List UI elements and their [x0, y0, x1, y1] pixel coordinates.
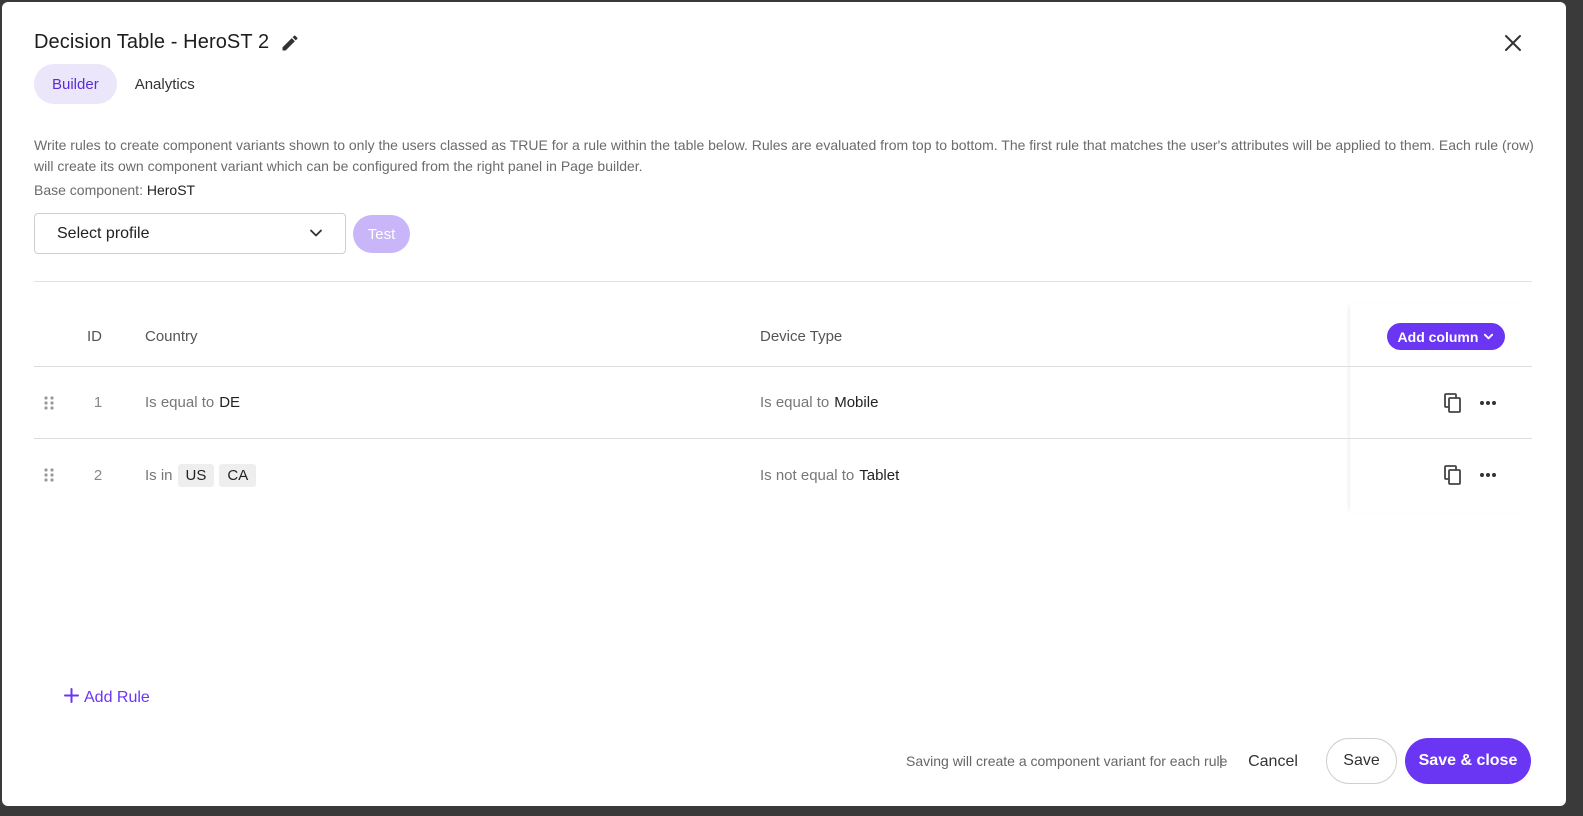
footer-note: Saving will create a component variant f… — [906, 753, 1228, 769]
test-button[interactable]: Test — [353, 215, 410, 253]
copy-icon[interactable] — [1444, 367, 1462, 438]
drag-handle-icon[interactable] — [43, 439, 55, 511]
device-type-cell[interactable]: Is equal to Mobile — [760, 367, 878, 438]
table-row[interactable]: 2 Is in US CA Is not equal to Tablet — [34, 439, 1532, 511]
table-header: ID Country Device Type Add column — [34, 304, 1532, 367]
plus-icon — [64, 688, 79, 708]
chevron-down-icon — [309, 226, 323, 245]
footer-separator: | — [1219, 752, 1223, 768]
column-header-country: Country — [145, 328, 198, 345]
description-text: Write rules to create component variants… — [34, 137, 1534, 174]
add-rule-label: Add Rule — [84, 689, 150, 706]
device-value: Mobile — [834, 394, 879, 411]
dialog-header: Decision Table - HeroST 2 — [34, 31, 301, 54]
add-column-button[interactable]: Add column — [1387, 323, 1505, 350]
table-row[interactable]: 1 Is equal to DE Is equal to Mobile — [34, 367, 1532, 439]
row-id: 2 — [93, 466, 103, 484]
country-operator: Is in — [145, 466, 173, 484]
cancel-button[interactable]: Cancel — [1236, 740, 1310, 784]
tab-bar: Builder Analytics — [34, 64, 213, 104]
save-button[interactable]: Save — [1326, 738, 1397, 784]
copy-icon[interactable] — [1444, 439, 1462, 511]
chevron-down-icon — [1483, 329, 1494, 345]
divider — [34, 281, 1532, 282]
country-operator: Is equal to — [145, 394, 215, 411]
base-component-label: Base component: — [34, 182, 143, 198]
add-column-label: Add column — [1397, 328, 1479, 345]
base-component: Base component: HeroST — [34, 182, 195, 198]
profile-select[interactable]: Select profile — [34, 213, 346, 254]
tab-analytics[interactable]: Analytics — [117, 64, 213, 104]
decision-table: ID Country Device Type Add column 1 Is e… — [34, 304, 1532, 511]
country-chip: CA — [219, 463, 257, 487]
device-operator: Is equal to — [760, 394, 830, 411]
column-header-device-type: Device Type — [760, 328, 843, 345]
more-options-icon[interactable] — [1479, 439, 1497, 511]
more-options-icon[interactable] — [1479, 367, 1497, 438]
device-operator: Is not equal to — [760, 466, 855, 484]
drag-handle-icon[interactable] — [43, 367, 55, 438]
base-component-value: HeroST — [146, 182, 196, 198]
country-cell[interactable]: Is equal to DE — [145, 367, 240, 438]
profile-select-label: Select profile — [57, 224, 150, 242]
pencil-icon[interactable] — [279, 32, 301, 54]
country-chip: US — [177, 463, 215, 487]
dialog-title: Decision Table - HeroST 2 — [34, 31, 270, 53]
add-rule-button[interactable]: Add Rule — [64, 688, 150, 708]
device-value: Tablet — [859, 466, 900, 484]
country-value: DE — [219, 394, 241, 411]
device-type-cell[interactable]: Is not equal to Tablet — [760, 439, 899, 511]
decision-table-dialog: Decision Table - HeroST 2 Builder Analyt… — [2, 2, 1566, 806]
row-id: 1 — [93, 394, 103, 411]
country-cell[interactable]: Is in US CA — [145, 439, 261, 511]
save-and-close-button[interactable]: Save & close — [1405, 738, 1531, 784]
tab-builder[interactable]: Builder — [34, 64, 117, 104]
close-icon[interactable] — [1500, 30, 1526, 56]
column-header-id: ID — [87, 328, 102, 345]
